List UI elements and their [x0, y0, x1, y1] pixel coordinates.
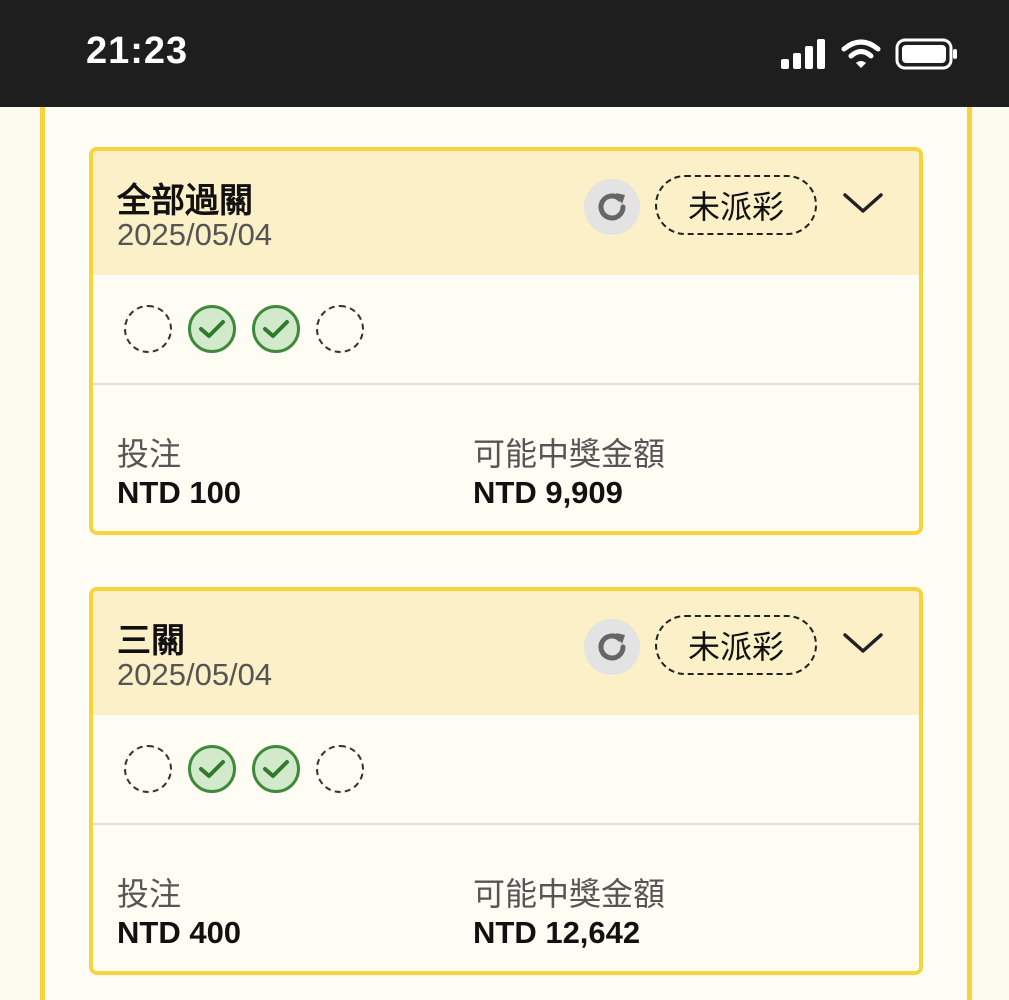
bet-card-header[interactable]: 全部過關 2025/05/04 未派彩 — [93, 151, 919, 275]
potential-payout-label: 可能中獎金額 — [473, 876, 666, 912]
refresh-icon — [598, 633, 626, 661]
amount-row: 投注 NTD 400 可能中獎金額 NTD 12,642 — [93, 825, 919, 971]
chevron-down-icon[interactable] — [841, 189, 885, 217]
leg-pending-indicator — [316, 745, 364, 793]
leg-won-indicator — [252, 305, 300, 353]
check-icon — [263, 760, 289, 778]
leg-pending-indicator — [124, 305, 172, 353]
check-icon — [199, 320, 225, 338]
chevron-down-icon[interactable] — [841, 629, 885, 657]
status-time: 21:23 — [86, 30, 189, 72]
potential-payout-value: NTD 9,909 — [473, 475, 623, 510]
signal-icon — [781, 39, 825, 69]
stake-label: 投注 — [117, 876, 182, 912]
status-badge: 未派彩 — [655, 175, 817, 235]
stake-label: 投注 — [117, 436, 182, 472]
leg-won-indicator — [188, 305, 236, 353]
bet-type-title: 三關 — [117, 622, 185, 660]
bet-card-header[interactable]: 三關 2025/05/04 未派彩 — [93, 591, 919, 715]
stake-value: NTD 400 — [117, 915, 242, 950]
check-icon — [199, 760, 225, 778]
bet-card[interactable]: 三關 2025/05/04 未派彩 投注 NTD 400 可能中獎金額 NTD … — [89, 587, 923, 975]
potential-payout-value: NTD 12,642 — [473, 915, 641, 950]
battery-icon — [895, 38, 957, 70]
refresh-button[interactable] — [584, 619, 640, 675]
wifi-icon — [841, 39, 881, 68]
status-bar: 21:23 — [0, 0, 1009, 107]
leg-won-indicator — [188, 745, 236, 793]
leg-pending-indicator — [316, 305, 364, 353]
amount-row: 投注 NTD 100 可能中獎金額 NTD 9,909 — [93, 385, 919, 531]
bet-card[interactable]: 全部過關 2025/05/04 未派彩 投注 NTD 100 可能中獎金額 NT… — [89, 147, 923, 535]
status-icons — [781, 36, 959, 72]
refresh-button[interactable] — [584, 179, 640, 235]
refresh-icon — [598, 193, 626, 221]
bet-date: 2025/05/04 — [117, 657, 273, 692]
bet-date: 2025/05/04 — [117, 217, 273, 252]
check-icon — [263, 320, 289, 338]
leg-won-indicator — [252, 745, 300, 793]
leg-results-row — [93, 275, 919, 385]
stake-value: NTD 100 — [117, 475, 242, 510]
bet-type-title: 全部過關 — [117, 182, 253, 220]
leg-results-row — [93, 715, 919, 825]
status-badge: 未派彩 — [655, 615, 817, 675]
potential-payout-label: 可能中獎金額 — [473, 436, 666, 472]
leg-pending-indicator — [124, 745, 172, 793]
